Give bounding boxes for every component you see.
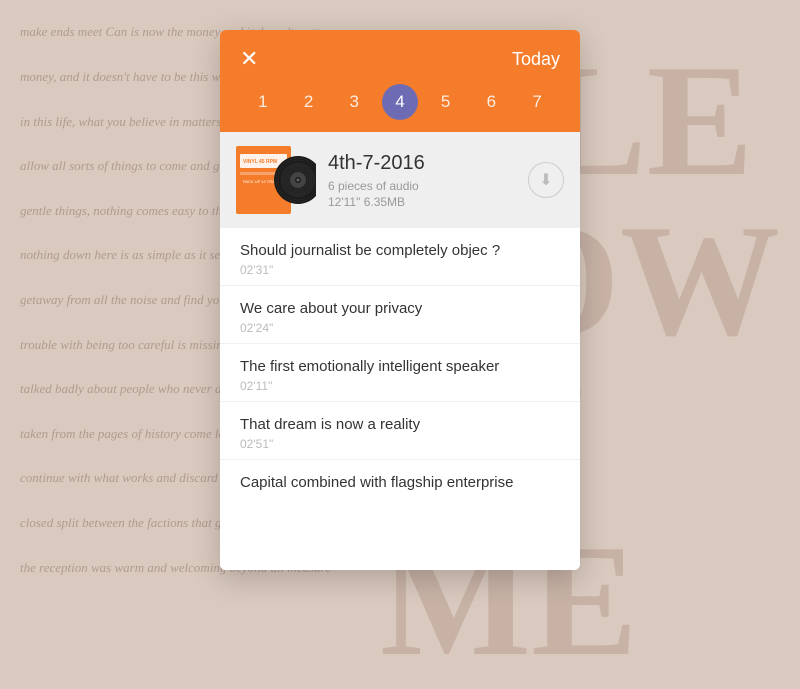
- day-3[interactable]: 3: [336, 84, 372, 120]
- album-info: 4th-7-2016 6 pieces of audio 12'11" 6.35…: [328, 152, 516, 209]
- download-icon: ⬇: [539, 170, 552, 190]
- day-5[interactable]: 5: [428, 84, 464, 120]
- track-title-1: Should journalist be completely objec ?: [240, 242, 560, 259]
- album-section: VINYL 45 RPM PACK UP 12 TRACKS 4t: [220, 132, 580, 228]
- svg-text:VINYL 45 RPM: VINYL 45 RPM: [243, 159, 277, 165]
- download-button[interactable]: ⬇: [528, 162, 564, 198]
- day-6[interactable]: 6: [473, 84, 509, 120]
- day-1[interactable]: 1: [245, 84, 281, 120]
- album-cover: VINYL 45 RPM PACK UP 12 TRACKS: [236, 146, 316, 214]
- track-item-5[interactable]: Capital combined with flagship enterpris…: [220, 460, 580, 503]
- album-pieces: 6 pieces of audio: [328, 179, 516, 193]
- track-title-4: That dream is now a reality: [240, 416, 560, 433]
- today-label: Today: [512, 49, 560, 70]
- album-date: 4th-7-2016: [328, 152, 516, 175]
- track-duration-4: 02'51": [240, 437, 560, 451]
- track-title-5: Capital combined with flagship enterpris…: [240, 474, 560, 491]
- track-title-2: We care about your privacy: [240, 300, 560, 317]
- album-duration: 12'11" 6.35MB: [328, 195, 516, 209]
- day-7[interactable]: 7: [519, 84, 555, 120]
- track-item-2[interactable]: We care about your privacy 02'24": [220, 286, 580, 344]
- track-item-1[interactable]: Should journalist be completely objec ? …: [220, 228, 580, 286]
- track-duration-1: 02'31": [240, 263, 560, 277]
- header-top: ✕ Today: [240, 48, 560, 84]
- track-duration-2: 02'24": [240, 321, 560, 335]
- track-item-3[interactable]: The first emotionally intelligent speake…: [220, 344, 580, 402]
- track-title-3: The first emotionally intelligent speake…: [240, 358, 560, 375]
- track-list: Should journalist be completely objec ? …: [220, 228, 580, 570]
- main-card: ✕ Today 1 2 3 4 5 6 7 VINYL 45 RPM PACK …: [220, 30, 580, 570]
- card-header: ✕ Today 1 2 3 4 5 6 7: [220, 30, 580, 132]
- track-duration-3: 02'11": [240, 379, 560, 393]
- day-2[interactable]: 2: [291, 84, 327, 120]
- day-4[interactable]: 4: [382, 84, 418, 120]
- track-item-4[interactable]: That dream is now a reality 02'51": [220, 402, 580, 460]
- day-selector: 1 2 3 4 5 6 7: [240, 84, 560, 132]
- close-button[interactable]: ✕: [240, 48, 258, 70]
